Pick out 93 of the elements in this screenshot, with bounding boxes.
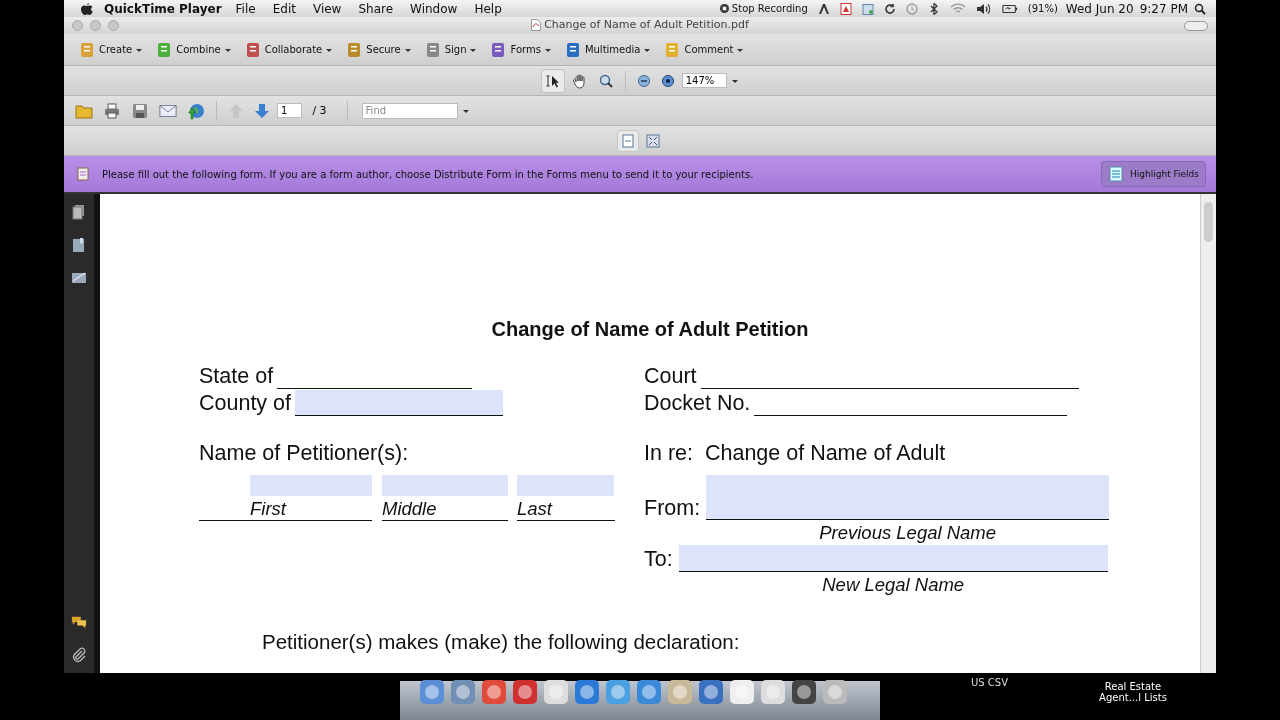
- field-caption: Last: [517, 498, 552, 520]
- page-number-field[interactable]: 1: [277, 103, 303, 118]
- page-icon: [621, 133, 635, 148]
- app-icon[interactable]: [542, 678, 570, 706]
- bookmarks-icon[interactable]: [71, 237, 87, 253]
- zoom-field[interactable]: 147%: [681, 73, 728, 88]
- circle-icon: [660, 73, 675, 88]
- app-icon[interactable]: [697, 678, 725, 706]
- menu-item[interactable]: File: [235, 1, 256, 16]
- page-count: / 3: [312, 104, 327, 117]
- field-caption: Previous Legal Name: [819, 522, 997, 544]
- toolbar-toggle-button[interactable]: [1184, 20, 1208, 31]
- task-button[interactable]: Collaborate: [239, 38, 338, 61]
- menu-item[interactable]: Help: [474, 1, 502, 16]
- form-field[interactable]: [250, 475, 372, 496]
- stop-icon: [719, 4, 729, 13]
- form-field[interactable]: [678, 545, 1108, 572]
- task-button[interactable]: Combine: [151, 38, 236, 61]
- app-icon[interactable]: [790, 678, 818, 706]
- task-button[interactable]: Sign: [419, 38, 482, 61]
- highlight-fields-button[interactable]: Highlight Fields: [1101, 161, 1206, 187]
- app-icon[interactable]: [821, 678, 849, 706]
- minus-icon: [636, 73, 651, 88]
- desktop-file-label[interactable]: US CSV: [971, 677, 1009, 688]
- pages-icon[interactable]: [71, 204, 87, 220]
- form-field[interactable]: [382, 475, 508, 496]
- app-icon[interactable]: [418, 678, 446, 706]
- document-title: Change of Name of Adult Petition: [490, 318, 810, 341]
- clipboard-icon[interactable]: [861, 2, 874, 15]
- form-field[interactable]: [706, 475, 1110, 520]
- menu-item[interactable]: Edit: [272, 1, 296, 16]
- declaration-text: Petitioner(s) makes (make) the following declaration:: [262, 630, 741, 654]
- pdf-document-icon: [531, 18, 542, 31]
- field-caption: Middle: [382, 498, 437, 520]
- task-button[interactable]: Comment: [659, 38, 749, 61]
- sync-icon[interactable]: [883, 2, 896, 15]
- select-tool-button[interactable]: [540, 68, 565, 93]
- app-icon[interactable]: [449, 678, 477, 706]
- app-icon[interactable]: [635, 678, 663, 706]
- task-button[interactable]: Create: [74, 38, 148, 61]
- list-icon: [1108, 166, 1125, 182]
- desktop-file-label[interactable]: Real Estate Agent...l Lists: [1090, 681, 1176, 703]
- find-field[interactable]: Find: [361, 102, 458, 119]
- printer-icon: [103, 101, 121, 120]
- field-label: Court: [644, 364, 697, 389]
- battery-icon[interactable]: [1001, 2, 1018, 15]
- comments-icon[interactable]: [71, 614, 87, 630]
- hand-icon: [571, 72, 588, 89]
- field-label: From:: [644, 495, 701, 521]
- menubar-clock[interactable]: 9:27 PM: [1139, 1, 1188, 16]
- up-arrow-icon: [228, 102, 244, 119]
- form-icon: [76, 167, 90, 181]
- field-label: To:: [644, 546, 673, 572]
- apple-icon[interactable]: [81, 1, 93, 16]
- app-icon[interactable]: [511, 678, 539, 706]
- app-icon[interactable]: [573, 678, 601, 706]
- app-icon[interactable]: [604, 678, 632, 706]
- section-label: Name of Petitioner(s):: [199, 441, 410, 467]
- menu-item[interactable]: View: [312, 1, 342, 16]
- expand-icon: [646, 133, 660, 148]
- stop-recording-item[interactable]: Stop Recording: [719, 3, 808, 14]
- task-button[interactable]: Forms: [485, 38, 556, 61]
- menu-item[interactable]: Window: [410, 1, 458, 16]
- search-icon[interactable]: [1194, 2, 1206, 15]
- field-caption: First: [250, 498, 286, 520]
- field-label: State of: [199, 364, 274, 389]
- status-icon[interactable]: [839, 2, 852, 15]
- window-title: Change of Name of Adult Petition.pdf: [544, 18, 749, 31]
- app-icon[interactable]: [728, 678, 756, 706]
- magnifier-icon: [597, 72, 614, 89]
- menu-item[interactable]: Share: [358, 1, 394, 16]
- scrollbar-thumb[interactable]: [1204, 202, 1213, 242]
- volume-icon[interactable]: [975, 2, 992, 15]
- menubar-date[interactable]: Wed Jun 20: [1065, 1, 1134, 16]
- field-caption: New Legal Name: [822, 574, 965, 596]
- app-menu[interactable]: QuickTime Player: [104, 1, 222, 16]
- app-icon[interactable]: [666, 678, 694, 706]
- app-icon[interactable]: [480, 678, 508, 706]
- paperclip-icon[interactable]: [71, 647, 87, 663]
- field-label: County of: [199, 391, 292, 416]
- form-field[interactable]: [295, 390, 504, 416]
- form-message: Please fill out the following form. If you are a form author, choose Distribute Form in the Forms menu to send it to your recipients.: [102, 168, 755, 180]
- document-icon: [78, 40, 96, 59]
- cursor-icon: [544, 72, 561, 89]
- task-button[interactable]: Secure: [341, 38, 416, 61]
- field-label: Docket No.: [644, 391, 751, 416]
- battery-percentage: (91%): [1027, 3, 1058, 14]
- app-icon[interactable]: [759, 678, 787, 706]
- section-label: In re: Change of Name of Adult: [644, 441, 947, 467]
- task-button[interactable]: Multimedia: [559, 38, 656, 61]
- status-icon[interactable]: [817, 2, 830, 15]
- down-arrow-icon: [254, 102, 270, 119]
- form-field[interactable]: [517, 475, 614, 496]
